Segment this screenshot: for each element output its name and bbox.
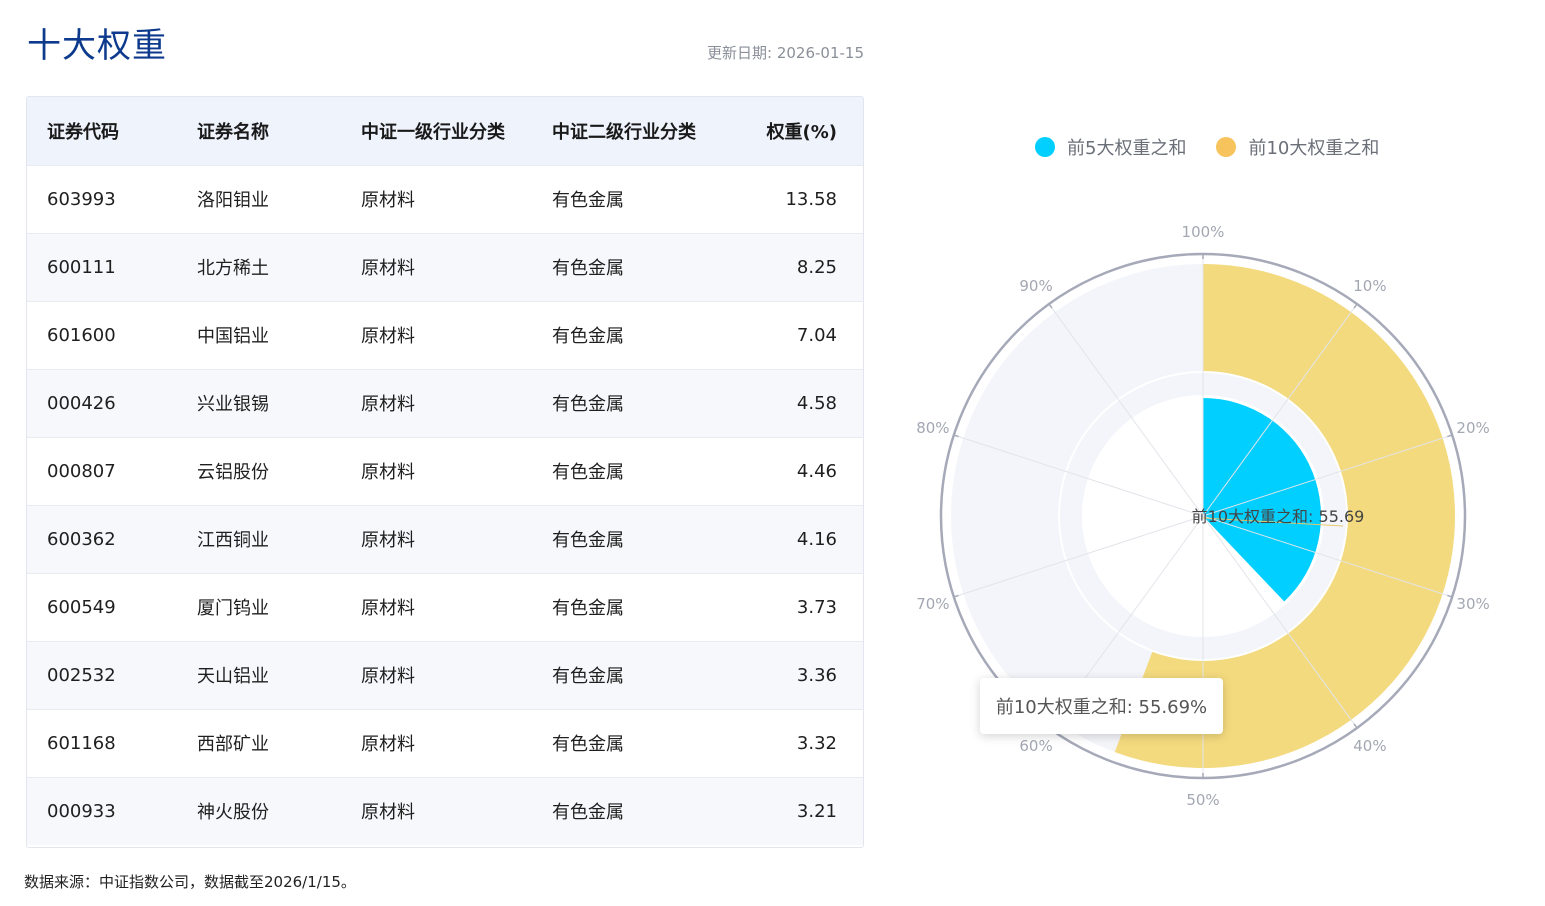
angle-axis-tick-label: 60% — [1019, 737, 1052, 755]
table-header-row: 证券代码 证券名称 中证一级行业分类 中证二级行业分类 权重(%) — [27, 97, 863, 165]
legend-marker-top10 — [1216, 137, 1237, 157]
cell-industry-l1: 原材料 — [361, 258, 415, 279]
cell-industry-l1: 原材料 — [361, 666, 415, 687]
table-row: 601168 西部矿业 原材料 有色金属 3.32 — [27, 709, 863, 777]
table-row: 000933 神火股份 原材料 有色金属 3.21 — [27, 777, 863, 845]
cell-weight: 4.46 — [796, 460, 837, 482]
cell-code: 000807 — [47, 460, 116, 482]
cell-weight: 3.32 — [796, 732, 837, 754]
table-row: 002532 天山铝业 原材料 有色金属 3.36 — [27, 641, 863, 709]
angle-axis-tick-label: 70% — [916, 595, 949, 613]
angle-axis-tick-label: 50% — [1186, 791, 1219, 809]
table-row: 600111 北方稀土 原材料 有色金属 8.25 — [27, 233, 863, 301]
legend-label-top5: 前5大权重之和 — [1067, 138, 1187, 159]
cell-code: 000426 — [47, 392, 116, 414]
table-row: 600362 江西铜业 原材料 有色金属 4.16 — [27, 505, 863, 573]
table-row: 601600 中国铝业 原材料 有色金属 7.04 — [27, 301, 863, 369]
table-row: 603993 洛阳钼业 原材料 有色金属 13.58 — [27, 165, 863, 233]
legend-item-top5[interactable]: 前5大权重之和 — [1035, 134, 1186, 160]
cell-code: 600111 — [47, 256, 116, 278]
angle-axis-tick-label: 40% — [1353, 737, 1386, 755]
cell-industry-l2: 有色金属 — [552, 734, 624, 755]
cell-name: 神火股份 — [197, 802, 269, 824]
page-title: 十大权重 — [27, 26, 167, 66]
top-ten-weights-table: 证券代码 证券名称 中证一级行业分类 中证二级行业分类 权重(%) 603993… — [26, 96, 864, 848]
cell-name: 兴业银锡 — [197, 394, 269, 415]
cell-industry-l2: 有色金属 — [552, 258, 624, 279]
header-name: 证券名称 — [197, 121, 269, 143]
cell-name: 西部矿业 — [197, 734, 269, 755]
angle-axis-tick-label: 100% — [1182, 223, 1225, 241]
update-date: 更新日期: 2026-01-15 — [707, 44, 864, 62]
angle-axis-tick-label: 90% — [1019, 277, 1052, 295]
cell-code: 603993 — [47, 188, 116, 210]
cell-industry-l2: 有色金属 — [552, 666, 624, 687]
cell-industry-l2: 有色金属 — [552, 462, 624, 483]
cell-weight: 3.36 — [796, 664, 837, 686]
table-row: 000807 云铝股份 原材料 有色金属 4.46 — [27, 437, 863, 505]
cell-industry-l2: 有色金属 — [552, 394, 624, 415]
cell-name: 洛阳钼业 — [197, 190, 269, 211]
header-code: 证券代码 — [47, 121, 119, 143]
angle-axis-tick-label: 10% — [1353, 277, 1386, 295]
chart-tooltip: 前10大权重之和: 55.69% — [980, 678, 1223, 734]
center-value-label: 前10大权重之和: 55.69 — [1192, 507, 1365, 526]
cell-name: 厦门钨业 — [197, 598, 269, 619]
cell-weight: 4.58 — [796, 392, 837, 414]
cell-industry-l1: 原材料 — [361, 326, 415, 347]
cell-name: 江西铜业 — [197, 530, 269, 551]
header-weight: 权重(%) — [766, 121, 838, 143]
legend-item-top10[interactable]: 前10大权重之和 — [1216, 134, 1379, 160]
cell-industry-l1: 原材料 — [361, 394, 415, 415]
cell-industry-l1: 原材料 — [361, 598, 415, 619]
legend-marker-top5 — [1035, 137, 1055, 157]
cell-industry-l2: 有色金属 — [552, 530, 624, 551]
angle-axis-tick — [1353, 723, 1358, 729]
legend-label-top10: 前10大权重之和 — [1248, 138, 1380, 159]
cell-weight: 7.04 — [796, 324, 837, 346]
cell-weight: 3.73 — [796, 596, 837, 618]
angle-axis-tick — [1048, 303, 1053, 309]
cell-weight: 8.25 — [796, 256, 837, 278]
angle-axis-tick — [1353, 303, 1358, 309]
cell-weight: 3.21 — [796, 800, 837, 822]
cell-industry-l2: 有色金属 — [552, 598, 624, 619]
source-note: 数据来源：中证指数公司，数据截至2026/1/15。 — [24, 873, 356, 891]
polar-bar-chart: 100% 10% 20% 30% 40% 50% 60% 70% 80% 90% 前10大权重之和:… — [916, 223, 1490, 809]
cell-name: 天山铝业 — [197, 666, 269, 687]
table-row: 600549 厦门钨业 原材料 有色金属 3.73 — [27, 573, 863, 641]
angle-axis-tick-label: 80% — [916, 419, 949, 437]
header-industry-l1: 中证一级行业分类 — [361, 121, 505, 143]
cell-code: 000933 — [47, 800, 116, 822]
cell-weight: 13.58 — [785, 188, 837, 210]
cell-name: 中国铝业 — [197, 326, 269, 347]
cell-industry-l1: 原材料 — [361, 802, 415, 824]
cell-name: 北方稀土 — [197, 258, 269, 279]
cell-code: 601600 — [47, 324, 116, 346]
cell-industry-l1: 原材料 — [361, 734, 415, 755]
cell-industry-l1: 原材料 — [361, 530, 415, 551]
chart-legend: 前5大权重之和 前10大权重之和 — [1035, 134, 1379, 160]
cell-industry-l2: 有色金属 — [552, 190, 624, 211]
angle-axis-tick-label: 20% — [1456, 419, 1489, 437]
cell-code: 600549 — [47, 596, 116, 618]
header-industry-l2: 中证二级行业分类 — [552, 121, 696, 143]
angle-axis-tick-label: 30% — [1456, 595, 1489, 613]
cell-name: 云铝股份 — [197, 462, 269, 483]
cell-industry-l1: 原材料 — [361, 190, 415, 211]
cell-code: 600362 — [47, 528, 116, 550]
table-row: 000426 兴业银锡 原材料 有色金属 4.58 — [27, 369, 863, 437]
cell-industry-l1: 原材料 — [361, 462, 415, 483]
cell-code: 601168 — [47, 732, 116, 754]
cell-industry-l2: 有色金属 — [552, 802, 624, 824]
cell-industry-l2: 有色金属 — [552, 326, 624, 347]
cell-weight: 4.16 — [796, 528, 837, 550]
cell-code: 002532 — [47, 664, 116, 686]
